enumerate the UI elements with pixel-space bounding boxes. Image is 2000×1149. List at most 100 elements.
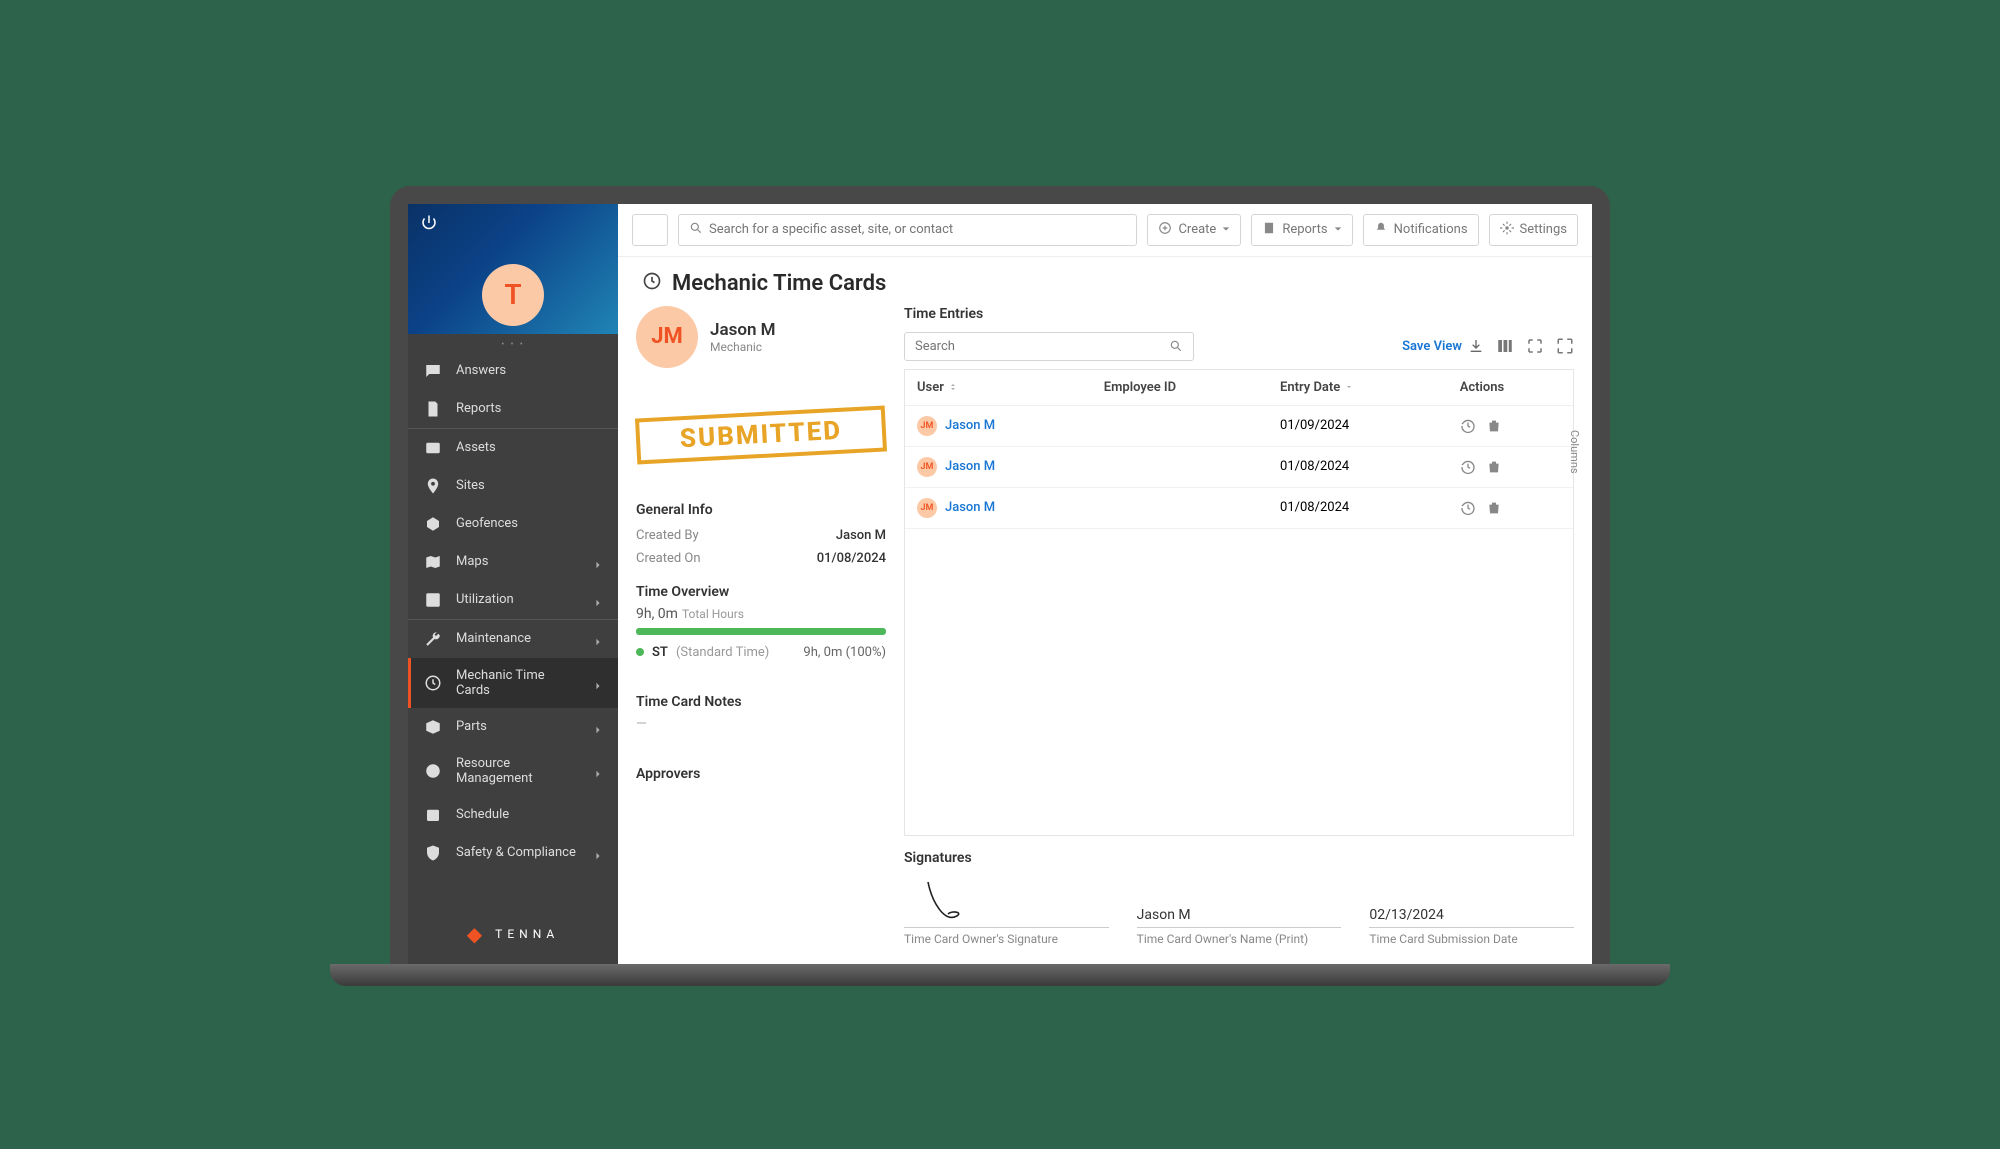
trash-icon[interactable] bbox=[1486, 500, 1502, 516]
sidebar-item-answers[interactable]: Answers bbox=[408, 352, 618, 390]
bell-icon bbox=[1374, 221, 1388, 239]
user-avatar[interactable]: T bbox=[482, 264, 544, 326]
filter-button[interactable] bbox=[632, 214, 668, 246]
time-entries-heading: Time Entries bbox=[904, 306, 1574, 322]
notes-value: — bbox=[636, 716, 886, 732]
history-icon[interactable] bbox=[1460, 418, 1476, 434]
sidebar-item-reports[interactable]: Reports bbox=[408, 390, 618, 428]
status-stamp: SUBMITTED bbox=[635, 405, 887, 464]
columns-tab[interactable]: Columns bbox=[1568, 430, 1581, 474]
created-on-label: Created On bbox=[636, 551, 701, 566]
brand-text: TENNA bbox=[495, 927, 559, 941]
created-by-label: Created By bbox=[636, 528, 699, 543]
settings-button[interactable]: Settings bbox=[1489, 214, 1578, 246]
chevron-right-icon bbox=[594, 767, 602, 775]
create-button[interactable]: Create bbox=[1147, 214, 1241, 246]
sidebar-item-assets[interactable]: Assets bbox=[408, 429, 618, 467]
created-by: Jason M bbox=[836, 528, 886, 543]
user-link[interactable]: Jason M bbox=[945, 459, 995, 474]
save-view-label: Save View bbox=[1402, 339, 1462, 354]
col-entry-date[interactable]: Entry Date bbox=[1268, 370, 1448, 406]
calendar-icon bbox=[424, 806, 442, 824]
fullscreen-icon[interactable] bbox=[1556, 337, 1574, 355]
table-row[interactable]: JMJason M01/09/2024 bbox=[905, 405, 1573, 446]
nav-label: Mechanic Time Cards bbox=[456, 668, 580, 698]
status-dot-icon bbox=[636, 648, 644, 656]
total-hours: 9h, 0m bbox=[636, 606, 678, 622]
sort-icon bbox=[944, 380, 958, 395]
entry-date-cell: 01/09/2024 bbox=[1268, 405, 1448, 446]
power-icon[interactable] bbox=[420, 214, 438, 232]
total-hours-label: Total Hours bbox=[682, 607, 744, 621]
sidebar-item-maps[interactable]: Maps bbox=[408, 543, 618, 581]
sidebar-item-sites[interactable]: Sites bbox=[408, 467, 618, 505]
owner-signature bbox=[904, 876, 1109, 928]
col-user[interactable]: User bbox=[905, 370, 1092, 406]
entry-date-cell: 01/08/2024 bbox=[1268, 487, 1448, 528]
map-icon bbox=[424, 553, 442, 571]
table-row[interactable]: JM Jason M 01/08/2024 bbox=[905, 487, 1573, 528]
filter-icon bbox=[643, 221, 657, 239]
sidebar-item-resource-mgmt[interactable]: Resource Management bbox=[408, 746, 618, 796]
plus-icon bbox=[1158, 221, 1172, 239]
pie-icon bbox=[424, 762, 442, 780]
sidebar-item-geofences[interactable]: Geofences bbox=[408, 505, 618, 543]
signatures-heading: Signatures bbox=[904, 850, 1574, 866]
user-avatar-mini: JM bbox=[917, 498, 937, 518]
notifications-button[interactable]: Notifications bbox=[1363, 214, 1479, 246]
nav-label: Maps bbox=[456, 554, 580, 569]
history-icon[interactable] bbox=[1460, 500, 1476, 516]
table-row[interactable]: JMJason M01/08/2024 bbox=[905, 446, 1573, 487]
chart-icon bbox=[424, 591, 442, 609]
st-code: ST bbox=[652, 645, 668, 660]
general-heading: General Info bbox=[636, 502, 886, 518]
nav-label: Assets bbox=[456, 440, 602, 455]
search-icon bbox=[689, 221, 703, 239]
chevron-right-icon bbox=[594, 635, 602, 643]
scan-icon[interactable] bbox=[1526, 337, 1544, 355]
entries-search-input[interactable] bbox=[915, 339, 1169, 354]
sidebar-item-schedule[interactable]: Schedule bbox=[408, 796, 618, 834]
pin-icon bbox=[424, 477, 442, 495]
clock-icon bbox=[424, 674, 442, 692]
save-view-button[interactable]: Save View bbox=[1402, 338, 1484, 354]
history-icon[interactable] bbox=[1460, 459, 1476, 475]
col-employee-id[interactable]: Employee ID bbox=[1092, 370, 1268, 406]
sidebar-item-mechanic-time-cards[interactable]: Mechanic Time Cards bbox=[408, 658, 618, 708]
owner-sig-label: Time Card Owner's Signature bbox=[904, 932, 1109, 946]
geofence-icon bbox=[424, 515, 442, 533]
sidebar-item-parts[interactable]: Parts bbox=[408, 708, 618, 746]
topbar: Create Reports Notifications Settings bbox=[618, 204, 1592, 257]
user-link[interactable]: Jason M bbox=[945, 500, 995, 515]
global-search[interactable] bbox=[678, 214, 1137, 246]
user-avatar-mini: JM bbox=[917, 457, 937, 477]
global-search-input[interactable] bbox=[709, 222, 1126, 237]
entries-search[interactable] bbox=[904, 332, 1194, 361]
submit-date: 02/13/2024 bbox=[1369, 876, 1574, 928]
owner-name: Jason M bbox=[1137, 876, 1342, 928]
search-icon bbox=[1169, 339, 1183, 353]
sidebar-item-safety[interactable]: Safety & Compliance bbox=[408, 834, 618, 872]
box-icon bbox=[424, 718, 442, 736]
approvers-heading: Approvers bbox=[636, 766, 886, 782]
shield-icon bbox=[424, 844, 442, 862]
chevron-right-icon bbox=[594, 849, 602, 857]
sidebar-item-utilization[interactable]: Utilization bbox=[408, 581, 618, 619]
columns-icon[interactable] bbox=[1496, 337, 1514, 355]
sidebar-item-maintenance[interactable]: Maintenance bbox=[408, 620, 618, 658]
nav-label: Reports bbox=[456, 401, 602, 416]
progress-bar bbox=[636, 628, 886, 635]
nav-label: Utilization bbox=[456, 592, 580, 607]
chevron-down-icon bbox=[1222, 222, 1230, 237]
main: Create Reports Notifications Settings Me… bbox=[618, 204, 1592, 964]
brand: ◆ TENNA bbox=[408, 904, 618, 964]
trash-icon[interactable] bbox=[1486, 459, 1502, 475]
entries-table: User Employee ID Entry Date Actions JMJa… bbox=[904, 369, 1574, 836]
left-panel: JM Jason M Mechanic SUBMITTED General In… bbox=[636, 306, 886, 946]
st-desc: (Standard Time) bbox=[676, 645, 769, 660]
nav: Answers Reports Assets Sites Geofences M… bbox=[408, 352, 618, 904]
user-link[interactable]: Jason M bbox=[945, 418, 995, 433]
trash-icon[interactable] bbox=[1486, 418, 1502, 434]
reports-button[interactable]: Reports bbox=[1251, 214, 1352, 246]
chevron-right-icon bbox=[594, 679, 602, 687]
